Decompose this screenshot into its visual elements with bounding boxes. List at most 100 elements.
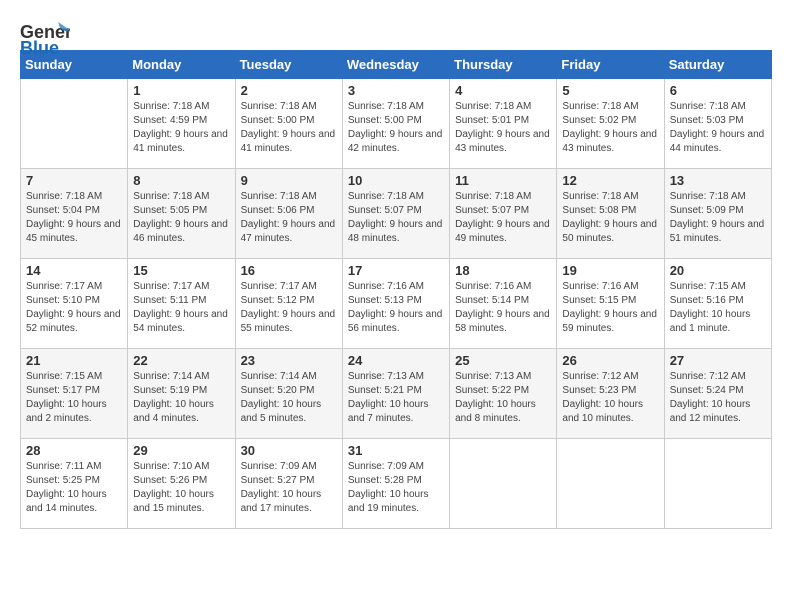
- weekday-header-tuesday: Tuesday: [235, 51, 342, 79]
- day-info: Sunrise: 7:13 AMSunset: 5:21 PMDaylight:…: [348, 370, 444, 426]
- day-number: 6: [670, 83, 766, 98]
- day-info: Sunrise: 7:16 AMSunset: 5:15 PMDaylight:…: [562, 280, 658, 336]
- day-number: 13: [670, 173, 766, 188]
- calendar-cell: 13Sunrise: 7:18 AMSunset: 5:09 PMDayligh…: [664, 169, 771, 259]
- day-number: 16: [241, 263, 337, 278]
- calendar-cell: 19 Sunrise: 7:16 AMSunset: 5:15 PMDayligh…: [557, 259, 664, 349]
- calendar-cell: 23 Sunrise: 7:14 AMSunset: 5:20 PMDayligh…: [235, 349, 342, 439]
- day-number: 22: [133, 353, 229, 368]
- day-number: 17: [348, 263, 444, 278]
- day-number: 24: [348, 353, 444, 368]
- weekday-header-saturday: Saturday: [664, 51, 771, 79]
- day-number: 15: [133, 263, 229, 278]
- calendar-cell: 10 Sunrise: 7:18 AMSunset: 5:07 PMDayligh…: [342, 169, 449, 259]
- day-number: 4: [455, 83, 551, 98]
- day-info: Sunrise: 7:09 AMSunset: 5:28 PMDaylight:…: [348, 460, 444, 516]
- day-info: Sunrise: 7:15 AMSunset: 5:16 PMDaylight:…: [670, 280, 766, 336]
- day-info: Sunrise: 7:18 AMSunset: 5:06 PMDaylight:…: [241, 190, 337, 246]
- calendar-cell: 20 Sunrise: 7:15 AMSunset: 5:16 PMDayligh…: [664, 259, 771, 349]
- calendar-cell: 12 Sunrise: 7:18 AMSunset: 5:08 PMDayligh…: [557, 169, 664, 259]
- day-number: 29: [133, 443, 229, 458]
- day-info: Sunrise: 7:18 AMSunset: 5:03 PMDaylight:…: [670, 100, 766, 156]
- day-number: 21: [26, 353, 122, 368]
- day-number: 26: [562, 353, 658, 368]
- day-info: Sunrise: 7:18 AMSunset: 5:05 PMDaylight:…: [133, 190, 229, 246]
- day-info: Sunrise: 7:09 AMSunset: 5:27 PMDaylight:…: [241, 460, 337, 516]
- day-number: 3: [348, 83, 444, 98]
- calendar-cell: 6 Sunrise: 7:18 AMSunset: 5:03 PMDaylight…: [664, 79, 771, 169]
- calendar-cell: [21, 79, 128, 169]
- calendar-table: SundayMondayTuesdayWednesdayThursdayFrid…: [20, 50, 772, 529]
- page-header: General Blue: [20, 20, 772, 40]
- day-info: Sunrise: 7:15 AMSunset: 5:17 PMDaylight:…: [26, 370, 122, 426]
- calendar-cell: 11Sunrise: 7:18 AMSunset: 5:07 PMDayligh…: [450, 169, 557, 259]
- day-info: Sunrise: 7:18 AMSunset: 4:59 PMDaylight:…: [133, 100, 229, 156]
- day-number: 5: [562, 83, 658, 98]
- day-info: Sunrise: 7:12 AMSunset: 5:23 PMDaylight:…: [562, 370, 658, 426]
- calendar-cell: 14Sunrise: 7:17 AMSunset: 5:10 PMDayligh…: [21, 259, 128, 349]
- calendar-cell: 7 Sunrise: 7:18 AMSunset: 5:04 PMDaylight…: [21, 169, 128, 259]
- day-number: 28: [26, 443, 122, 458]
- day-info: Sunrise: 7:18 AMSunset: 5:07 PMDaylight:…: [455, 190, 551, 246]
- day-info: Sunrise: 7:16 AMSunset: 5:13 PMDaylight:…: [348, 280, 444, 336]
- calendar-cell: 27Sunrise: 7:12 AMSunset: 5:24 PMDayligh…: [664, 349, 771, 439]
- week-row-1: 1Sunrise: 7:18 AMSunset: 4:59 PMDaylight…: [21, 79, 772, 169]
- calendar-cell: 24 Sunrise: 7:13 AMSunset: 5:21 PMDayligh…: [342, 349, 449, 439]
- day-info: Sunrise: 7:17 AMSunset: 5:11 PMDaylight:…: [133, 280, 229, 336]
- calendar-cell: 5 Sunrise: 7:18 AMSunset: 5:02 PMDaylight…: [557, 79, 664, 169]
- day-info: Sunrise: 7:12 AMSunset: 5:24 PMDaylight:…: [670, 370, 766, 426]
- day-number: 2: [241, 83, 337, 98]
- calendar-cell: 22 Sunrise: 7:14 AMSunset: 5:19 PMDayligh…: [128, 349, 235, 439]
- day-info: Sunrise: 7:14 AMSunset: 5:20 PMDaylight:…: [241, 370, 337, 426]
- day-info: Sunrise: 7:16 AMSunset: 5:14 PMDaylight:…: [455, 280, 551, 336]
- calendar-cell: 29Sunrise: 7:10 AMSunset: 5:26 PMDayligh…: [128, 439, 235, 529]
- day-number: 7: [26, 173, 122, 188]
- day-info: Sunrise: 7:18 AMSunset: 5:00 PMDaylight:…: [348, 100, 444, 156]
- logo-icon: General Blue: [20, 20, 60, 40]
- day-number: 19: [562, 263, 658, 278]
- day-info: Sunrise: 7:18 AMSunset: 5:02 PMDaylight:…: [562, 100, 658, 156]
- calendar-cell: 8 Sunrise: 7:18 AMSunset: 5:05 PMDaylight…: [128, 169, 235, 259]
- calendar-cell: 15 Sunrise: 7:17 AMSunset: 5:11 PMDayligh…: [128, 259, 235, 349]
- calendar-cell: 26 Sunrise: 7:12 AMSunset: 5:23 PMDayligh…: [557, 349, 664, 439]
- calendar-cell: [557, 439, 664, 529]
- day-number: 20: [670, 263, 766, 278]
- calendar-cell: 28 Sunrise: 7:11 AMSunset: 5:25 PMDayligh…: [21, 439, 128, 529]
- calendar-cell: 1Sunrise: 7:18 AMSunset: 4:59 PMDaylight…: [128, 79, 235, 169]
- day-info: Sunrise: 7:17 AMSunset: 5:12 PMDaylight:…: [241, 280, 337, 336]
- weekday-header-row: SundayMondayTuesdayWednesdayThursdayFrid…: [21, 51, 772, 79]
- calendar-cell: 4 Sunrise: 7:18 AMSunset: 5:01 PMDaylight…: [450, 79, 557, 169]
- logo: General Blue: [20, 20, 60, 40]
- calendar-cell: 9 Sunrise: 7:18 AMSunset: 5:06 PMDaylight…: [235, 169, 342, 259]
- day-info: Sunrise: 7:13 AMSunset: 5:22 PMDaylight:…: [455, 370, 551, 426]
- calendar-cell: 2 Sunrise: 7:18 AMSunset: 5:00 PMDaylight…: [235, 79, 342, 169]
- day-info: Sunrise: 7:18 AMSunset: 5:01 PMDaylight:…: [455, 100, 551, 156]
- calendar-cell: 16 Sunrise: 7:17 AMSunset: 5:12 PMDayligh…: [235, 259, 342, 349]
- week-row-3: 14Sunrise: 7:17 AMSunset: 5:10 PMDayligh…: [21, 259, 772, 349]
- day-info: Sunrise: 7:11 AMSunset: 5:25 PMDaylight:…: [26, 460, 122, 516]
- weekday-header-monday: Monday: [128, 51, 235, 79]
- day-info: Sunrise: 7:18 AMSunset: 5:08 PMDaylight:…: [562, 190, 658, 246]
- week-row-2: 7 Sunrise: 7:18 AMSunset: 5:04 PMDaylight…: [21, 169, 772, 259]
- day-number: 18: [455, 263, 551, 278]
- day-number: 8: [133, 173, 229, 188]
- svg-text:Blue: Blue: [20, 38, 59, 58]
- day-number: 14: [26, 263, 122, 278]
- day-info: Sunrise: 7:14 AMSunset: 5:19 PMDaylight:…: [133, 370, 229, 426]
- calendar-cell: 21 Sunrise: 7:15 AMSunset: 5:17 PMDayligh…: [21, 349, 128, 439]
- calendar-cell: 25Sunrise: 7:13 AMSunset: 5:22 PMDayligh…: [450, 349, 557, 439]
- day-number: 23: [241, 353, 337, 368]
- day-number: 10: [348, 173, 444, 188]
- calendar-cell: 3 Sunrise: 7:18 AMSunset: 5:00 PMDaylight…: [342, 79, 449, 169]
- calendar-cell: [664, 439, 771, 529]
- day-number: 9: [241, 173, 337, 188]
- day-info: Sunrise: 7:18 AMSunset: 5:04 PMDaylight:…: [26, 190, 122, 246]
- weekday-header-wednesday: Wednesday: [342, 51, 449, 79]
- day-number: 12: [562, 173, 658, 188]
- calendar-cell: 30 Sunrise: 7:09 AMSunset: 5:27 PMDayligh…: [235, 439, 342, 529]
- week-row-4: 21 Sunrise: 7:15 AMSunset: 5:17 PMDayligh…: [21, 349, 772, 439]
- day-number: 30: [241, 443, 337, 458]
- day-info: Sunrise: 7:18 AMSunset: 5:00 PMDaylight:…: [241, 100, 337, 156]
- calendar-cell: 17 Sunrise: 7:16 AMSunset: 5:13 PMDayligh…: [342, 259, 449, 349]
- day-info: Sunrise: 7:18 AMSunset: 5:07 PMDaylight:…: [348, 190, 444, 246]
